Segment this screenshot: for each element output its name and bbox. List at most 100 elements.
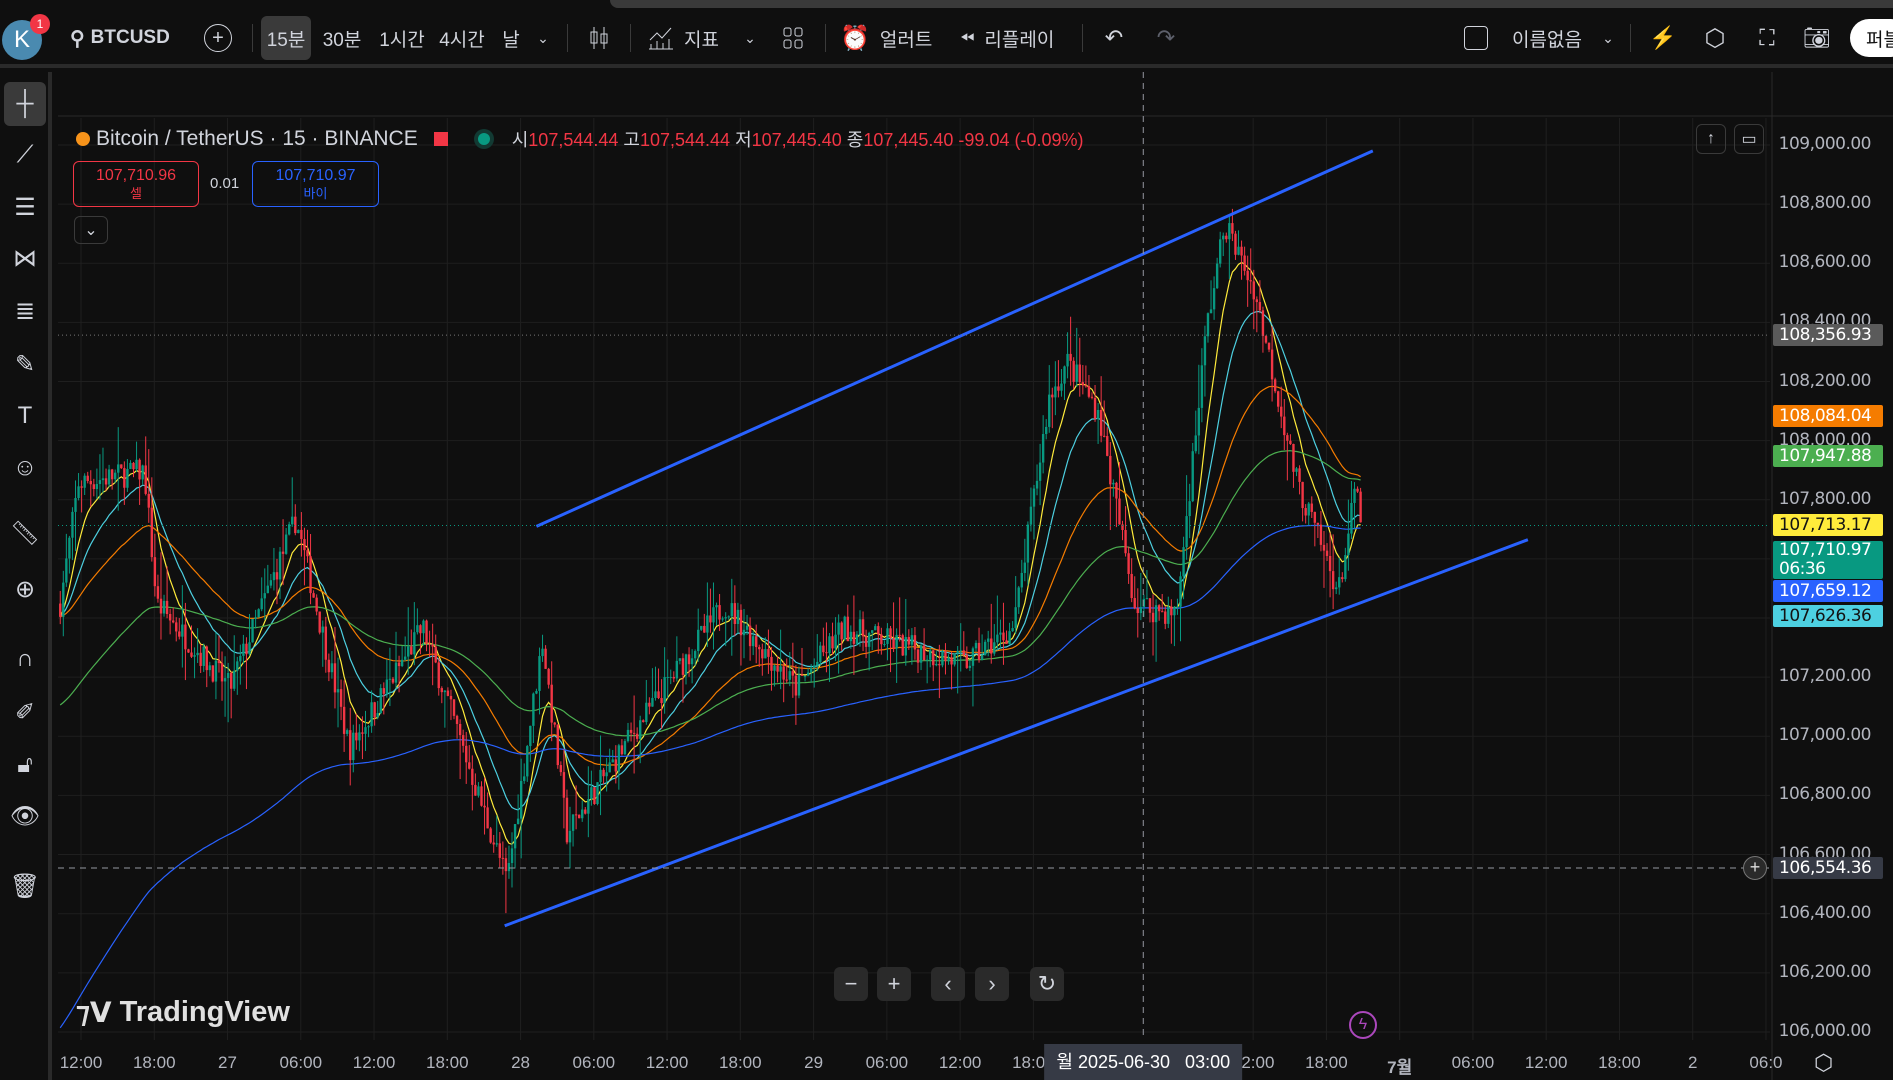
- settings-hexagon-icon[interactable]: ⬡: [1700, 18, 1730, 58]
- candle-body: [834, 634, 837, 649]
- legend-collapse-chevron-icon[interactable]: ⌄: [74, 216, 108, 244]
- candle-body: [883, 643, 886, 645]
- layout-square-icon[interactable]: [1462, 18, 1490, 58]
- scroll-right-button[interactable]: ›: [975, 967, 1009, 1001]
- candle-body: [361, 732, 364, 734]
- candle-body: [849, 631, 853, 642]
- lock-drawing-pencil-icon[interactable]: ✐: [4, 691, 46, 733]
- layout-dropdown-chevron-icon[interactable]: ⌄: [1598, 18, 1618, 58]
- candle-body: [199, 652, 202, 666]
- alert-button[interactable]: ⏰ 얼러트: [840, 18, 932, 58]
- candle-body: [284, 534, 288, 554]
- axis-settings-hexagon-icon[interactable]: ⬡: [1814, 1050, 1833, 1076]
- horizontal-lines-tool-icon[interactable]: ☰: [4, 186, 46, 228]
- indicators-dropdown-chevron-icon[interactable]: ⌄: [740, 18, 760, 58]
- scroll-left-button[interactable]: ‹: [931, 967, 965, 1001]
- lock-icon[interactable]: 🔓︎: [4, 744, 46, 786]
- candle-body: [629, 729, 633, 733]
- layouts-grid-icon[interactable]: [780, 18, 806, 58]
- magnet-icon[interactable]: ∩: [4, 638, 46, 680]
- time-tick-label: 06:00: [865, 1053, 909, 1072]
- candle-body: [1212, 288, 1216, 310]
- interval-15m[interactable]: 15분: [261, 16, 311, 60]
- candle-body: [1008, 631, 1011, 644]
- ruler-tool-icon[interactable]: 📏︎: [4, 512, 46, 554]
- brush-tool-icon[interactable]: ✎: [4, 343, 46, 385]
- candle-body: [1273, 379, 1277, 392]
- candle-body: [1286, 435, 1289, 441]
- pattern-tool-icon[interactable]: ⋈: [4, 237, 46, 279]
- candle-body: [1151, 612, 1155, 623]
- candle-body: [1164, 611, 1167, 624]
- interval-30m[interactable]: 30분: [322, 18, 362, 58]
- zoom-in-tool-icon[interactable]: ⊕: [4, 568, 46, 610]
- candle-body: [877, 626, 880, 635]
- open-label: 시: [511, 130, 529, 150]
- candle-body: [898, 634, 901, 636]
- maximize-pane-icon[interactable]: ▭: [1734, 124, 1764, 154]
- fullscreen-icon[interactable]: ⛶: [1752, 18, 1782, 58]
- time-tick-label: 12:00: [645, 1053, 689, 1072]
- candle-body: [779, 666, 782, 672]
- add-alert-plus-icon[interactable]: +: [1743, 856, 1767, 881]
- tradingview-logo[interactable]: ⁊𝗩 TradingView: [76, 996, 290, 1029]
- candle-body: [758, 647, 761, 650]
- quick-search-lightning-icon[interactable]: ⚡: [1648, 18, 1678, 58]
- candle-type-icon[interactable]: [585, 18, 613, 58]
- trendline-tool-icon[interactable]: ⟋: [4, 134, 46, 176]
- candle-body: [1292, 443, 1295, 472]
- interval-4h[interactable]: 4시간: [439, 18, 485, 58]
- candle-body: [559, 765, 563, 773]
- lightning-event-icon[interactable]: ϟ: [1349, 1011, 1377, 1039]
- reset-chart-button[interactable]: ↻: [1030, 967, 1064, 1001]
- candle-body: [1234, 233, 1237, 255]
- candle-body: [706, 615, 709, 633]
- candle-body: [333, 663, 337, 693]
- interval-dropdown-chevron-icon[interactable]: ⌄: [533, 18, 553, 58]
- candle-body: [202, 646, 205, 666]
- candle-body: [1322, 544, 1326, 551]
- trash-icon[interactable]: 🗑︎: [4, 865, 46, 907]
- interval-day[interactable]: 날: [500, 18, 522, 58]
- candle-body: [1179, 576, 1182, 607]
- price-tick-label: 108,600.00: [1778, 252, 1872, 273]
- candle-body: [938, 663, 941, 666]
- symbol-title[interactable]: Bitcoin / TetherUS · 15 · BINANCE: [96, 127, 418, 151]
- candle-body: [229, 673, 233, 689]
- price-badge-value: 107,947.88: [1779, 446, 1872, 467]
- interval-1h[interactable]: 1시간: [379, 18, 425, 58]
- buy-button[interactable]: 107,710.97 바이: [252, 161, 379, 207]
- candle-body: [1225, 235, 1228, 240]
- price-tick-label: 106,800.00: [1778, 784, 1872, 805]
- symbol-search-button[interactable]: ⚲ BTCUSD: [70, 18, 170, 58]
- zoom-in-button[interactable]: +: [877, 967, 911, 1001]
- scroll-up-arrow-icon[interactable]: ↑: [1696, 124, 1726, 154]
- emoji-tool-icon[interactable]: ☺: [4, 447, 46, 489]
- sell-button[interactable]: 107,710.96 셀: [73, 161, 199, 207]
- zoom-out-button[interactable]: −: [834, 967, 868, 1001]
- layout-name-button[interactable]: 이름없음: [1512, 18, 1582, 58]
- price-badge-value: 108,084.04: [1779, 405, 1872, 426]
- eye-visibility-icon[interactable]: 👁︎: [4, 795, 46, 837]
- candle-body: [962, 650, 965, 655]
- candle-body: [342, 706, 346, 734]
- candle-body: [965, 654, 969, 668]
- candle-body: [840, 622, 843, 640]
- publish-button[interactable]: 퍼블: [1850, 19, 1893, 57]
- text-tool-icon[interactable]: T: [4, 395, 46, 437]
- candle-body: [971, 648, 975, 666]
- fib-tool-icon[interactable]: ≣: [4, 290, 46, 332]
- candle-body: [773, 665, 776, 671]
- replay-button[interactable]: ⏪︎ 리플레이: [960, 18, 1054, 58]
- crosshair-tool-icon[interactable]: ┼: [4, 82, 46, 126]
- undo-icon[interactable]: ↶: [1100, 18, 1128, 58]
- camera-icon[interactable]: 📷︎: [1802, 18, 1832, 58]
- rewind-icon: ⏪︎: [960, 27, 975, 48]
- redo-icon[interactable]: ↷: [1152, 18, 1180, 58]
- candle-body: [767, 649, 770, 657]
- flag-icon[interactable]: [433, 132, 448, 146]
- candle-body: [864, 636, 868, 647]
- indicators-button[interactable]: 지표: [648, 18, 719, 58]
- compare-symbol-button[interactable]: +: [204, 24, 232, 52]
- candle-body: [400, 659, 404, 667]
